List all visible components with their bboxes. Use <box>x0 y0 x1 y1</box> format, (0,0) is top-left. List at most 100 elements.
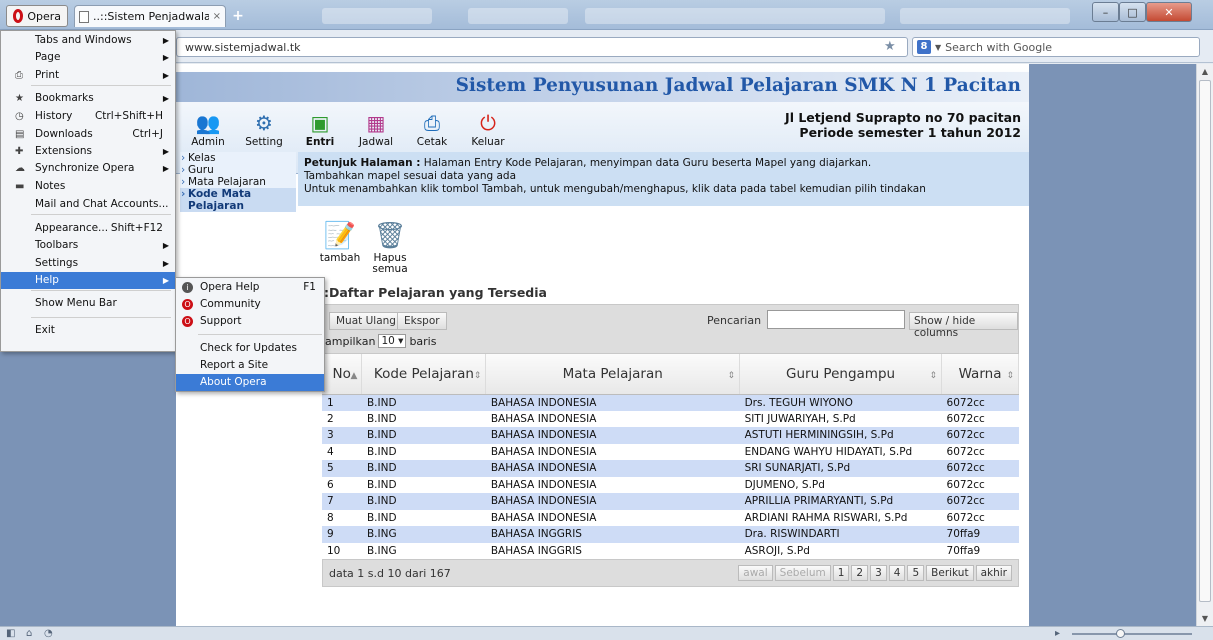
help-item-check-for-updates[interactable]: Check for Updates <box>176 340 324 357</box>
help-item-about-opera[interactable]: About Opera <box>176 374 324 391</box>
menu-item-tabs-and-windows[interactable]: Tabs and Windows ▶ <box>1 32 175 49</box>
zoom-knob[interactable] <box>1116 629 1125 638</box>
table-row[interactable]: 10 B.ING BAHASA INGGRIS ASROJI, S.Pd 70ffa9 <box>322 542 1019 559</box>
address-line: Jl Letjend Suprapto no 70 pacitan <box>785 110 1021 125</box>
table-cell: SITI JUWARIYAH, S.Pd <box>739 410 942 427</box>
pager-button[interactable]: 1 <box>832 565 850 581</box>
keluar-button[interactable]: ⏻ Keluar <box>460 110 516 148</box>
submenu-arrow-icon: ▶ <box>162 276 169 285</box>
bookmark-star-icon[interactable]: ★ <box>884 39 896 54</box>
table-row[interactable]: 8 B.IND BAHASA INDONESIA ARDIANI RAHMA RISW… <box>322 509 1019 526</box>
minimize-button[interactable]: – <box>1092 2 1119 22</box>
menu-item-extensions[interactable]: ✚ Extensions ▶ <box>1 143 175 160</box>
vertical-scrollbar[interactable]: ▲ ▼ <box>1196 64 1213 626</box>
pager-button[interactable]: 4 <box>888 565 906 581</box>
menu-item-mail-and-chat-accounts[interactable]: Mail and Chat Accounts... <box>1 196 175 213</box>
setting-button[interactable]: ⚙ Setting <box>236 110 292 148</box>
pager-button[interactable]: Berikut <box>926 565 974 581</box>
url-field[interactable]: www.sistemjadwal.tk <box>176 37 908 57</box>
menu-item-print[interactable]: ⎙ Print ▶ <box>1 67 175 84</box>
search-field[interactable]: 8 ▼ Search with Google <box>912 37 1200 57</box>
menu-item-exit[interactable]: Exit <box>1 322 175 339</box>
maximize-button[interactable]: □ <box>1119 2 1146 22</box>
help-item-report-a-site-problem[interactable]: Report a Site Problem... <box>176 357 324 388</box>
blurred-tab[interactable] <box>585 8 885 24</box>
pager-button[interactable]: 5 <box>907 565 925 581</box>
entri-button[interactable]: ▣ Entri <box>292 110 348 148</box>
column-header-mapel[interactable]: Mata Pelajaran ⇕ <box>485 354 741 395</box>
view-icon[interactable]: ▸ <box>1055 628 1060 639</box>
table-row[interactable]: 3 B.IND BAHASA INDONESIA ASTUTI HERMININGSI… <box>322 427 1019 444</box>
table-cell: ARDIANI RAHMA RISWARI, S.Pd <box>739 509 942 526</box>
menu-item-history[interactable]: ◷ History Ctrl+Shift+H <box>1 108 175 125</box>
sort-icon: ⇕ <box>727 371 736 381</box>
submenu-item-kelas[interactable]: Kelas <box>180 152 296 164</box>
scroll-thumb[interactable] <box>1199 80 1211 602</box>
help-item-support[interactable]: O Support <box>176 313 324 330</box>
pager-button[interactable]: Sebelum <box>774 565 831 581</box>
per-page-select[interactable]: 10 ▾ <box>378 334 407 348</box>
dropdown-arrow-icon[interactable]: ▼ <box>935 43 941 52</box>
table-row[interactable]: 1 B.IND BAHASA INDONESIA Drs. TEGUH WIYONO 6… <box>322 394 1019 411</box>
table-row[interactable]: 7 B.IND BAHASA INDONESIA APRILLIA PRIMARYAN… <box>322 493 1019 510</box>
blurred-tab[interactable] <box>468 8 568 24</box>
show-hide-columns-button[interactable]: Show / hide columns <box>909 312 1018 339</box>
submenu-item-kode[interactable]: Kode Mata Pelajaran <box>180 188 296 212</box>
column-header-warna[interactable]: Warna ⇕ <box>941 354 1019 395</box>
reload-button[interactable]: Muat Ulang <box>329 312 403 330</box>
export-button[interactable]: Ekspor <box>397 312 447 330</box>
table-row[interactable]: 6 B.IND BAHASA INDONESIA DJUMENO, S.Pd 6072c… <box>322 476 1019 493</box>
submenu-item-guru[interactable]: Guru <box>180 164 296 176</box>
help-item-community[interactable]: O Community <box>176 296 324 313</box>
home-icon[interactable]: ⌂ <box>26 628 32 639</box>
menu-item-show-menu-bar[interactable]: Show Menu Bar <box>1 295 175 312</box>
panel-icon[interactable]: ◧ <box>6 628 15 639</box>
menu-item-label: Exit <box>35 324 55 336</box>
table-row[interactable]: 9 B.ING BAHASA INGGRIS Dra. RISWINDARTI 70ff… <box>322 526 1019 543</box>
jadwal-button[interactable]: ▦ Jadwal <box>348 110 404 148</box>
pager-button[interactable]: 2 <box>851 565 869 581</box>
zoom-slider[interactable] <box>1072 629 1192 638</box>
sort-asc-icon: ▲ <box>350 371 358 381</box>
tab-close-icon[interactable]: × <box>213 11 221 22</box>
tambah-button[interactable]: 📝 tambah <box>318 219 362 275</box>
table-row[interactable]: 5 B.IND BAHASA INDONESIA SRI SUNARJATI, S.P… <box>322 460 1019 477</box>
menu-item-notes[interactable]: ▬ Notes <box>1 178 175 195</box>
menu-item-synchronize-opera[interactable]: ☁ Synchronize Opera ▶ <box>1 160 175 177</box>
admin-button[interactable]: 👥 Admin <box>180 110 236 148</box>
menu-item-toolbars[interactable]: Toolbars ▶ <box>1 237 175 254</box>
column-header-no[interactable]: No ▲ <box>322 354 363 395</box>
browser-tab[interactable]: ..::Sistem Penjadwalan ... × <box>74 5 226 27</box>
cetak-button[interactable]: ⎙ Cetak <box>404 110 460 148</box>
blurred-tab[interactable] <box>900 8 1070 24</box>
close-window-button[interactable]: ✕ <box>1146 2 1192 22</box>
menu-item-help[interactable]: Help ▶ <box>1 272 175 289</box>
menu-item-bookmarks[interactable]: ★ Bookmarks ▶ <box>1 90 175 107</box>
opera-main-menu: Tabs and Windows ▶ Page ▶ ⎙ Print ▶ ★ Bookmarks ▶… <box>0 30 176 352</box>
table-row[interactable]: 4 B.IND BAHASA INDONESIA ENDANG WAHYU HIDAY… <box>322 443 1019 460</box>
hapus-semua-button[interactable]: 🗑 Hapus semua <box>368 219 412 275</box>
pager-button[interactable]: awal <box>738 565 773 581</box>
submenu-arrow-icon: ▶ <box>162 164 169 173</box>
menu-item-downloads[interactable]: ▤ Downloads Ctrl+J <box>1 126 175 143</box>
pager-button[interactable]: akhir <box>975 565 1012 581</box>
blurred-tab[interactable] <box>322 8 432 24</box>
help-item-opera-help[interactable]: i Opera Help F1 <box>176 279 324 296</box>
opera-menu-button[interactable]: Opera <box>6 5 68 27</box>
submenu-item-mapel[interactable]: Mata Pelajaran <box>180 176 296 188</box>
address-toolbar: www.sistemjadwal.tk ★ 8 ▼ Search with Go… <box>0 30 1213 63</box>
menu-item-settings[interactable]: Settings ▶ <box>1 255 175 272</box>
scroll-up-icon[interactable]: ▲ <box>1197 67 1213 76</box>
new-tab-button[interactable]: + <box>230 8 246 24</box>
scroll-down-icon[interactable]: ▼ <box>1197 614 1213 623</box>
menu-item-appearance[interactable]: Appearance... Shift+F12 <box>1 220 175 237</box>
column-header-kode[interactable]: Kode Pelajaran ⇕ <box>361 354 487 395</box>
grid-search-input[interactable] <box>767 310 905 329</box>
table-row[interactable]: 2 B.IND BAHASA INDONESIA SITI JUWARIYAH, S.… <box>322 410 1019 427</box>
search-engine-icon[interactable]: 8 <box>917 40 931 54</box>
menu-item-page[interactable]: Page ▶ <box>1 49 175 66</box>
column-header-guru[interactable]: Guru Pengampu ⇕ <box>739 354 943 395</box>
speed-icon[interactable]: ◔ <box>44 628 53 639</box>
pager-button[interactable]: 3 <box>870 565 887 581</box>
cetak-label: Cetak <box>416 136 448 148</box>
